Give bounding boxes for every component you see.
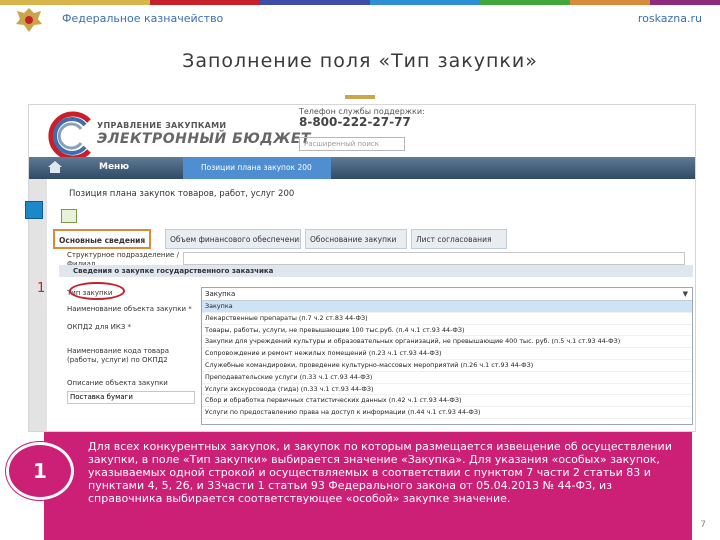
dropdown-option[interactable]: Сопровождение и ремонт нежилых помещений…: [202, 348, 692, 360]
stripe-segment: [150, 0, 260, 5]
page-number: 7: [700, 520, 706, 530]
purchase-type-select[interactable]: Закупка ▼: [202, 288, 692, 301]
purchase-type-dropdown[interactable]: Закупка ▼ Закупка Лекарственные препарат…: [201, 287, 693, 425]
tab-justification[interactable]: Обоснование закупки: [305, 229, 407, 249]
site-link[interactable]: roskazna.ru: [638, 12, 702, 25]
chevron-down-icon[interactable]: ▼: [683, 288, 688, 300]
edit-icon[interactable]: [25, 201, 43, 219]
stripe-segment: [0, 0, 150, 5]
stripe-segment: [480, 0, 570, 5]
org-name: Федеральное казначейство: [62, 12, 224, 25]
form-title: Позиция плана закупок товаров, работ, ус…: [69, 189, 295, 199]
description-field[interactable]: Поставка бумаги: [67, 391, 195, 404]
instruction-text: Для всех конкурентных закупок, и закупок…: [88, 440, 672, 505]
dropdown-option[interactable]: Сбор и обработка первичных статистически…: [202, 395, 692, 408]
instruction-callout: Для всех конкурентных закупок, и закупок…: [44, 432, 692, 540]
title-underline: [345, 95, 375, 99]
stripe-segment: [260, 0, 370, 5]
dropdown-option[interactable]: Закупки для учреждений культуры и образо…: [202, 336, 692, 349]
dropdown-option[interactable]: Служебные командировки, проведение культ…: [202, 360, 692, 372]
menu-button[interactable]: Меню: [99, 162, 129, 172]
tab-approval-sheet[interactable]: Лист согласования: [411, 229, 507, 249]
support-phone: 8-800-222-27-77: [299, 115, 411, 129]
save-icon[interactable]: [61, 209, 77, 223]
dropdown-option[interactable]: Закупка: [202, 301, 692, 313]
dropdown-option[interactable]: Лекарственные препараты (п.7 ч.2 ст.83 4…: [202, 313, 692, 325]
logo-subtitle: УПРАВЛЕНИЕ ЗАКУПКАМИ: [97, 121, 227, 130]
coat-of-arms-icon: [16, 8, 42, 32]
advanced-search-input[interactable]: Расширенный поиск: [299, 137, 405, 151]
procurement-section-header[interactable]: Сведения о закупке государственного зака…: [59, 265, 693, 277]
dropdown-option[interactable]: Преподавательские услуги (п.33 ч.1 ст.93…: [202, 372, 692, 384]
highlight-ellipse: [69, 282, 125, 300]
form-tabs: Основные сведения Объем финансового обес…: [53, 229, 693, 249]
stripe-segment: [370, 0, 480, 5]
description-label: Описание объекта закупки: [67, 379, 168, 387]
dropdown-option[interactable]: Товары, работы, услуги, не превышающие 1…: [202, 325, 692, 337]
step-badge: 1: [6, 442, 74, 500]
page-title: Заполнение поля «Тип закупки»: [182, 50, 538, 72]
stripe-segment: [570, 0, 650, 5]
tab-basic-info[interactable]: Основные сведения: [53, 229, 151, 249]
okpd-label: ОКПД2 для ИКЗ *: [67, 323, 132, 331]
object-name-label: Наименование объекта закупки *: [67, 305, 192, 313]
home-icon[interactable]: [47, 160, 63, 174]
app-screenshot: УПРАВЛЕНИЕ ЗАКУПКАМИ ЭЛЕКТРОННЫЙ БЮДЖЕТ …: [28, 104, 696, 432]
tab-plan-positions[interactable]: Позиции плана закупок 200: [183, 157, 331, 179]
electronic-budget-logo-icon: [48, 111, 91, 161]
stripe-segment: [650, 0, 720, 5]
nav-bar: Меню: [29, 157, 695, 179]
structural-unit-field[interactable]: [183, 252, 685, 265]
dropdown-option[interactable]: Услуги по предоставлению права на доступ…: [202, 407, 692, 419]
goods-code-label: Наименование кода товара (работы, услуги…: [67, 347, 169, 364]
dropdown-option[interactable]: Услуги экскурсовода (гида) (п.33 ч.1 ст.…: [202, 384, 692, 396]
step-marker: 1: [37, 281, 46, 296]
tab-financing[interactable]: Объем финансового обеспечения: [165, 229, 301, 249]
purchase-type-value: Закупка: [205, 290, 236, 298]
logo-title: ЭЛЕКТРОННЫЙ БЮДЖЕТ: [97, 131, 311, 147]
